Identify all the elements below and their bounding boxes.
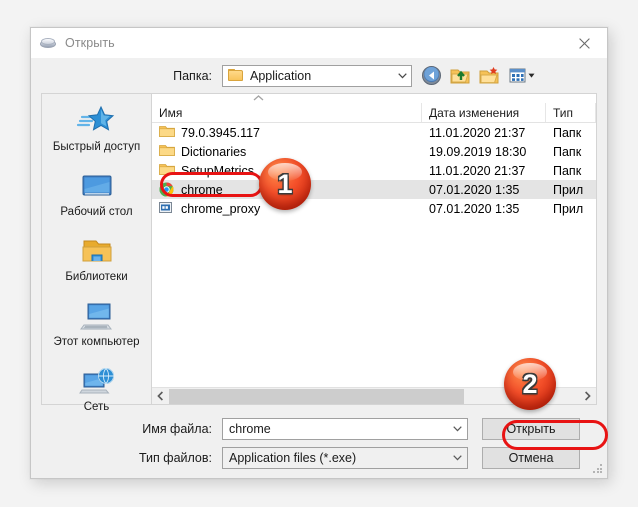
chevron-down-icon[interactable] (447, 455, 467, 461)
folder-icon (159, 163, 176, 178)
sidebar-item-label: Библиотеки (65, 271, 128, 283)
sidebar-item-label: Быстрый доступ (52, 141, 141, 153)
close-icon[interactable] (562, 28, 607, 58)
file-date: 19.09.2019 18:30 (429, 144, 527, 159)
views-icon[interactable] (508, 65, 538, 87)
table-row[interactable]: chrome 07.01.2020 1:35 Прил (152, 180, 596, 199)
title-bar: Открыть (31, 28, 607, 58)
file-name: Dictionaries (181, 144, 247, 159)
this-pc-icon (76, 299, 118, 335)
column-header-type[interactable]: Тип (546, 103, 596, 122)
folder-icon (159, 144, 176, 159)
open-button[interactable]: Открыть (482, 418, 580, 440)
file-type-select[interactable]: Application files (*.exe) (222, 447, 468, 469)
look-in-label: Папка: (173, 68, 212, 83)
file-name-label: Имя файла: (142, 422, 212, 436)
step-badge-2-label: 2 (522, 368, 538, 399)
look-in-combobox[interactable]: Application (222, 64, 412, 87)
navigation-toolbar: Папка: Application (31, 58, 607, 93)
places-bar: Быстрый доступ Рабочий стол Библиотеки Э… (41, 93, 151, 413)
file-date: 07.01.2020 1:35 (429, 201, 520, 216)
file-name-value: chrome (229, 422, 271, 436)
libraries-folder-icon (76, 234, 118, 270)
table-row[interactable]: Dictionaries 19.09.2019 18:30 Папк (152, 142, 596, 161)
chevron-down-icon[interactable] (447, 426, 467, 432)
file-type-value: Application files (*.exe) (229, 451, 357, 465)
open-file-dialog: Открыть Папка: Application Быстрый досту… (30, 27, 608, 479)
table-row[interactable]: chrome_proxy 07.01.2020 1:35 Прил (152, 199, 596, 218)
folder-up-icon[interactable] (450, 65, 472, 87)
file-name: SetupMetrics (181, 163, 254, 178)
file-list-headers: Имя Дата изменения Тип (152, 103, 596, 123)
sidebar-item-this-pc[interactable]: Этот компьютер (42, 297, 151, 351)
column-header-date[interactable]: Дата изменения (422, 103, 546, 122)
resize-grip[interactable] (593, 464, 603, 474)
file-type: Папк (553, 163, 582, 178)
network-icon (76, 364, 118, 400)
step-badge-1: 1 (259, 158, 311, 210)
desktop-icon (76, 169, 118, 205)
folder-icon (159, 125, 176, 140)
toolbar-buttons (421, 65, 538, 87)
file-rows: 79.0.3945.117 11.01.2020 21:37 Папк Dict… (152, 123, 596, 387)
file-name: chrome (181, 182, 223, 197)
file-name-row: Имя файла: chrome Открыть (41, 418, 597, 440)
new-folder-icon[interactable] (479, 65, 501, 87)
file-type: Прил (553, 201, 584, 216)
column-header-name[interactable]: Имя (152, 103, 422, 122)
current-folder-label: Application (250, 68, 312, 83)
sidebar-item-libraries[interactable]: Библиотеки (42, 232, 151, 286)
step-badge-1-label: 1 (277, 168, 293, 199)
file-type: Папк (553, 125, 582, 140)
quick-access-star-icon (76, 104, 118, 140)
sort-ascending-caret-icon (152, 94, 596, 103)
table-row[interactable]: SetupMetrics 11.01.2020 21:37 Папк (152, 161, 596, 180)
app-exe-icon (159, 201, 176, 216)
chrome-icon (159, 182, 176, 197)
dialog-body: Быстрый доступ Рабочий стол Библиотеки Э… (31, 93, 607, 413)
file-date: 11.01.2020 21:37 (429, 163, 526, 178)
sidebar-item-label: Рабочий стол (60, 206, 133, 218)
file-type: Прил (553, 182, 584, 197)
chevron-right-icon[interactable] (579, 388, 596, 405)
file-name: chrome_proxy (181, 201, 261, 216)
file-type: Папк (553, 144, 582, 159)
window-title: Открыть (65, 36, 115, 50)
sidebar-item-network[interactable]: Сеть (42, 362, 151, 416)
sidebar-item-label: Сеть (83, 401, 110, 413)
sidebar-item-label: Этот компьютер (53, 336, 140, 348)
file-name-input[interactable]: chrome (222, 418, 468, 440)
back-arrow-icon[interactable] (421, 65, 443, 87)
sidebar-item-quick-access[interactable]: Быстрый доступ (42, 102, 151, 156)
scrollbar-thumb[interactable] (169, 388, 465, 404)
cancel-button[interactable]: Отмена (482, 447, 580, 469)
file-date: 11.01.2020 21:37 (429, 125, 526, 140)
folder-icon (228, 69, 244, 82)
chevron-left-icon[interactable] (152, 388, 169, 405)
file-type-label: Тип файлов: (138, 451, 212, 465)
file-name: 79.0.3945.117 (181, 125, 261, 140)
sidebar-item-desktop[interactable]: Рабочий стол (42, 167, 151, 221)
step-badge-2: 2 (504, 358, 556, 410)
chevron-down-icon (393, 72, 411, 79)
disc-icon (40, 37, 57, 50)
file-type-row: Тип файлов: Application files (*.exe) От… (41, 447, 597, 469)
table-row[interactable]: 79.0.3945.117 11.01.2020 21:37 Папк (152, 123, 596, 142)
file-date: 07.01.2020 1:35 (429, 182, 520, 197)
